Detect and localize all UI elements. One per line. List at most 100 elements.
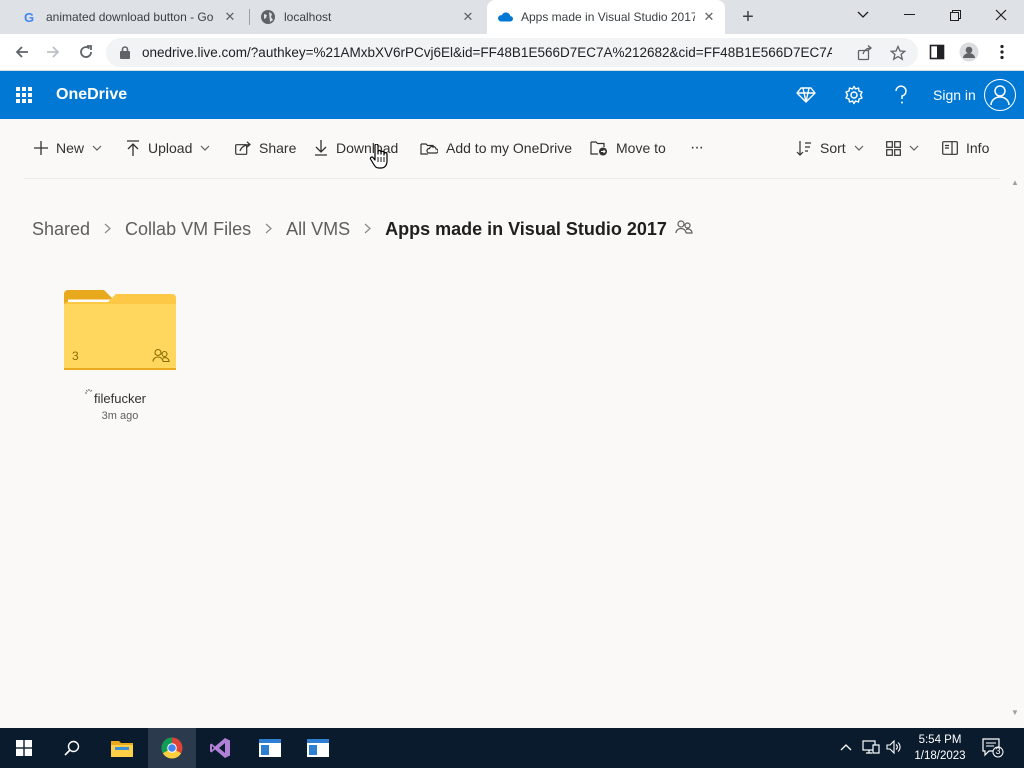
scroll-down-arrow[interactable]: ▼ <box>1011 708 1019 717</box>
move-to-folder-icon <box>590 141 607 156</box>
network-icon[interactable] <box>862 740 880 757</box>
browser-toolbar: onedrive.live.com/?authkey=%21AMxbXV6rPC… <box>0 34 1024 71</box>
google-g-icon: G <box>22 9 38 25</box>
chevron-right-icon <box>364 221 372 237</box>
new-label: New <box>56 140 85 156</box>
minimize-button[interactable] <box>886 0 932 30</box>
move-to-button[interactable]: Move to <box>590 136 666 160</box>
breadcrumb: Shared Collab VM Files All VMS Apps made… <box>32 216 693 242</box>
move-to-label: Move to <box>616 140 666 156</box>
help-question-icon[interactable] <box>890 84 912 106</box>
account-avatar-icon[interactable] <box>984 79 1016 111</box>
upload-button[interactable]: Upload <box>126 136 218 160</box>
breadcrumb-item-collab-vm-files[interactable]: Collab VM Files <box>125 219 251 240</box>
bookmark-star-icon[interactable] <box>889 44 907 62</box>
taskbar-clock[interactable]: 5:54 PM 1/18/2023 <box>902 732 978 764</box>
browser-menu-icon[interactable] <box>989 39 1015 65</box>
svg-text:G: G <box>24 10 34 24</box>
upload-label: Upload <box>148 140 193 156</box>
sort-button[interactable]: Sort <box>796 136 872 160</box>
taskbar-window-app[interactable] <box>294 728 342 768</box>
tab-onedrive[interactable]: Apps made in Visual Studio 2017 ✕ <box>487 0 725 34</box>
more-icon: ··· <box>690 139 704 156</box>
tab-title: animated download button - Go <box>46 10 214 24</box>
plus-icon <box>34 141 48 155</box>
restore-button[interactable] <box>932 0 978 30</box>
tab-separator <box>249 9 250 25</box>
share-button[interactable]: Share <box>235 136 296 160</box>
tab-search-chevron-icon[interactable] <box>840 0 886 30</box>
reload-button[interactable] <box>73 39 99 65</box>
sort-icon <box>796 141 811 156</box>
settings-gear-icon[interactable] <box>843 84 865 106</box>
folder-modified-time: 3m ago <box>101 410 139 422</box>
taskbar-file-explorer[interactable] <box>98 728 146 768</box>
breadcrumb-item-all-vms[interactable]: All VMS <box>286 219 350 240</box>
chevron-right-icon <box>104 221 111 237</box>
show-hidden-icons-chevron-icon[interactable] <box>840 740 852 754</box>
close-window-button[interactable] <box>978 0 1024 30</box>
clock-time: 5:54 PM <box>918 734 962 746</box>
shared-people-icon[interactable] <box>675 219 693 240</box>
folder-name[interactable]: filefucker <box>60 391 180 406</box>
onedrive-cloud-icon <box>497 9 513 25</box>
more-actions-button[interactable]: ··· <box>690 136 704 160</box>
windows-taskbar: 5:54 PM 1/18/2023 3 <box>0 728 1024 768</box>
folder-tile[interactable]: 3 filefucker 3m ago <box>60 288 180 428</box>
profile-icon[interactable] <box>956 39 982 65</box>
notification-center-button[interactable]: 3 <box>982 738 1004 761</box>
onedrive-header: OneDrive Sign in <box>0 71 1024 119</box>
windows-logo-icon <box>16 740 32 756</box>
premium-diamond-icon[interactable] <box>795 84 817 106</box>
grid-view-icon <box>886 140 901 156</box>
taskbar-search-button[interactable] <box>48 728 96 768</box>
volume-icon[interactable] <box>886 739 902 757</box>
tab-title: Apps made in Visual Studio 2017 <box>521 10 695 24</box>
forward-button[interactable] <box>40 39 66 65</box>
app-launcher-icon[interactable] <box>14 85 34 105</box>
view-options-button[interactable] <box>886 136 927 160</box>
share-icon <box>235 141 251 155</box>
add-to-onedrive-label: Add to my OneDrive <box>446 140 573 156</box>
side-panel-icon[interactable] <box>924 39 950 65</box>
close-tab-icon[interactable]: ✕ <box>701 9 717 25</box>
chevron-down-icon <box>909 143 927 154</box>
shared-people-icon <box>152 348 170 368</box>
sort-label: Sort <box>820 140 846 156</box>
chevron-down-icon <box>200 143 218 154</box>
new-button[interactable]: New <box>34 136 110 160</box>
start-button[interactable] <box>0 728 48 768</box>
browser-tab-strip: G animated download button - Go ✕ localh… <box>0 0 1024 34</box>
address-bar[interactable]: onedrive.live.com/?authkey=%21AMxbXV6rPC… <box>106 38 918 67</box>
taskbar-chrome[interactable] <box>148 728 196 768</box>
scroll-up-arrow[interactable]: ▲ <box>1011 178 1019 187</box>
tab-title: localhost <box>284 10 332 24</box>
command-bar: New Upload Share Download Add to my OneD… <box>24 128 1000 170</box>
sign-in-link[interactable]: Sign in <box>933 87 976 103</box>
command-bar-divider <box>24 178 1000 179</box>
search-icon <box>64 740 80 756</box>
add-to-my-onedrive-button[interactable]: Add to my OneDrive <box>420 136 572 160</box>
tab-google-search[interactable]: G animated download button - Go ✕ <box>14 0 246 34</box>
breadcrumb-item-shared[interactable]: Shared <box>32 219 90 240</box>
onedrive-brand[interactable]: OneDrive <box>56 86 127 104</box>
chevron-down-icon <box>854 143 872 154</box>
add-to-onedrive-icon <box>420 143 438 155</box>
back-button[interactable] <box>9 39 35 65</box>
close-tab-icon[interactable]: ✕ <box>222 9 238 25</box>
share-label: Share <box>259 140 297 156</box>
share-page-icon[interactable] <box>856 44 874 62</box>
file-explorer-icon <box>111 741 133 757</box>
taskbar-window-app[interactable] <box>246 728 294 768</box>
lock-icon[interactable] <box>120 46 134 59</box>
tab-localhost[interactable]: localhost ✕ <box>252 0 484 34</box>
chrome-icon <box>161 737 183 759</box>
chevron-right-icon <box>265 221 272 237</box>
new-tab-button[interactable]: + <box>736 5 760 29</box>
close-tab-icon[interactable]: ✕ <box>460 9 476 25</box>
visual-studio-icon <box>210 738 230 758</box>
taskbar-visual-studio[interactable] <box>196 728 244 768</box>
chevron-down-icon <box>92 143 110 154</box>
info-button[interactable]: Info <box>942 136 989 160</box>
breadcrumb-current-folder: Apps made in Visual Studio 2017 <box>385 218 667 239</box>
